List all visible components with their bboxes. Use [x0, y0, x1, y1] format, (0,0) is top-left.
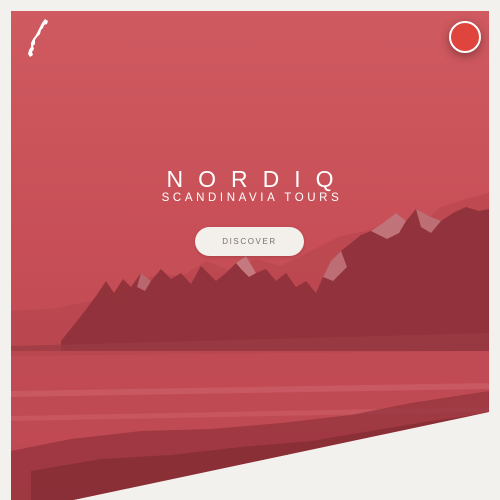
norway-map-icon[interactable] [27, 18, 49, 58]
brand-title: NORDIQ [166, 166, 349, 192]
brand-subtitle: SCANDINAVIA TOURS [161, 192, 343, 204]
page: NORDIQ SCANDINAVIA TOURS DISCOVER [0, 0, 500, 500]
discover-button[interactable]: DISCOVER [195, 227, 304, 256]
menu-dot-icon[interactable] [449, 21, 481, 53]
